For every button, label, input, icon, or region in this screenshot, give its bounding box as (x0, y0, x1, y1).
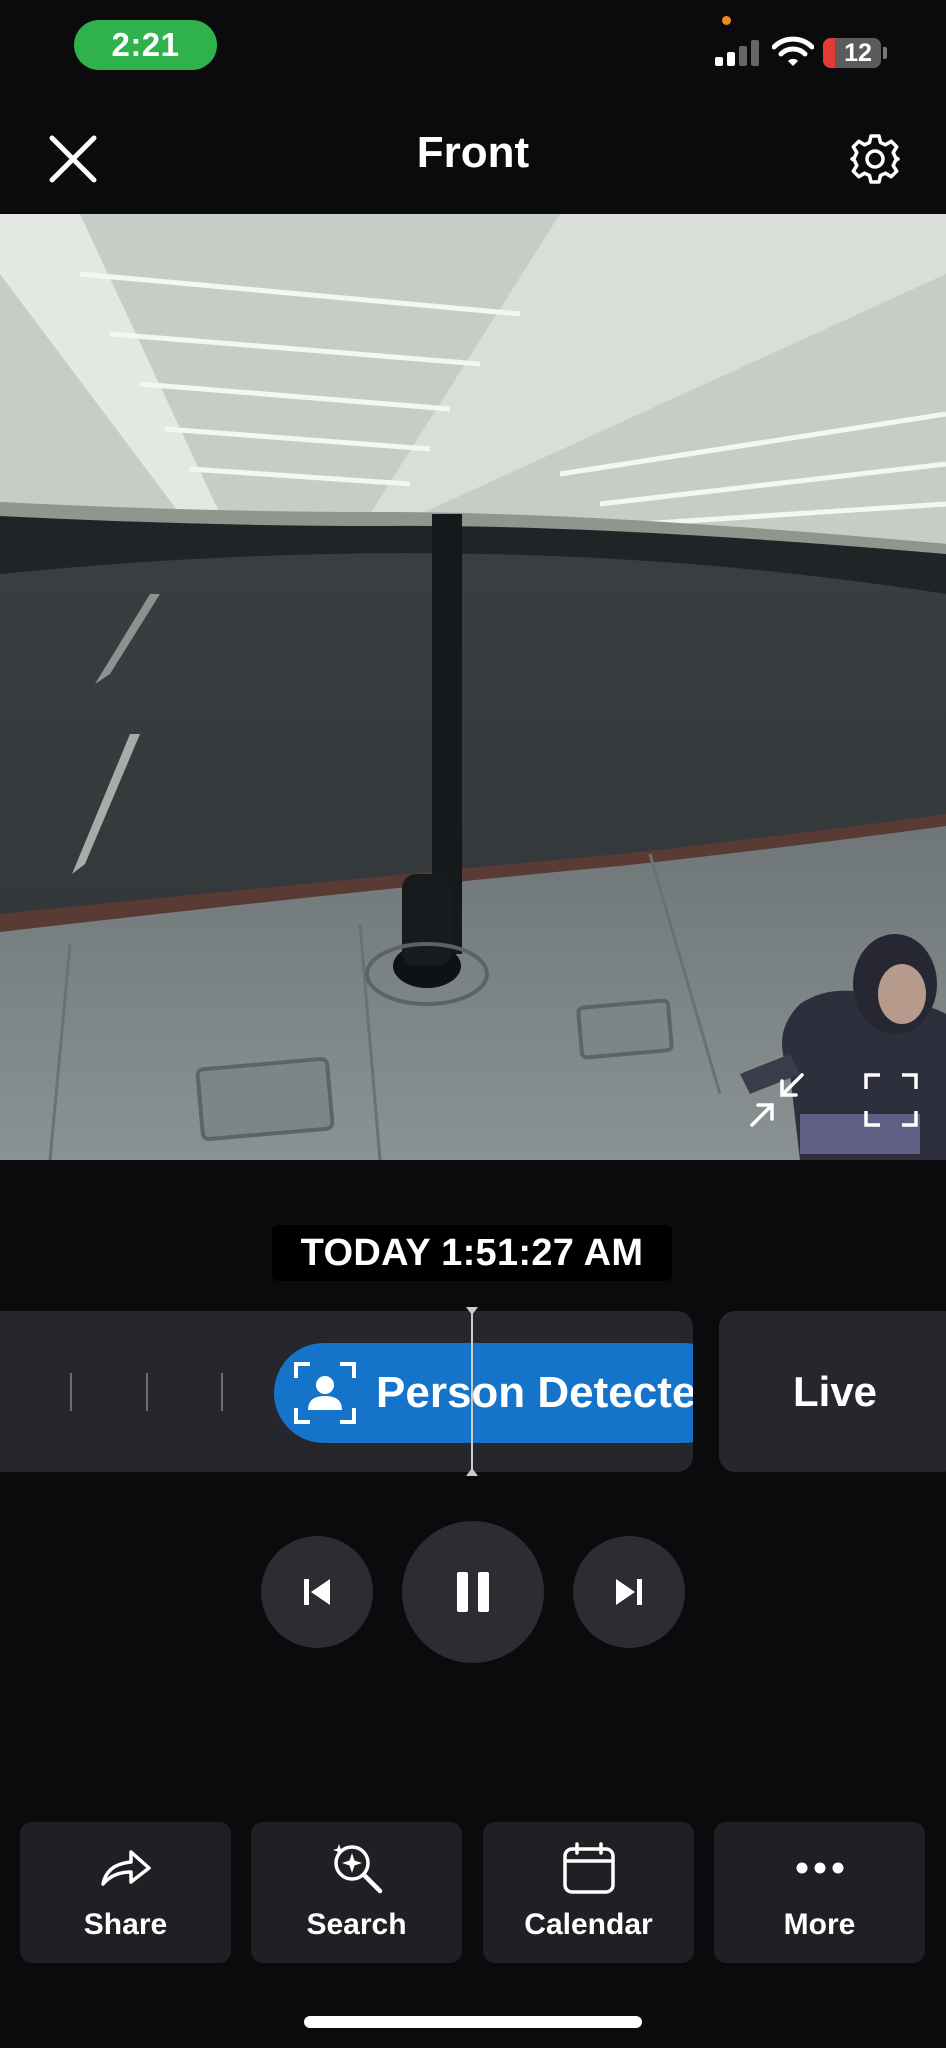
live-label: Live (793, 1367, 878, 1415)
search-label: Search (306, 1908, 407, 1941)
cellular-signal-icon (715, 38, 759, 66)
timeline-tick (70, 1373, 72, 1411)
recording-timestamp: TODAY 1:51:27 AM (272, 1225, 672, 1281)
pause-icon (457, 1572, 489, 1612)
share-icon (96, 1840, 156, 1896)
pause-button[interactable] (402, 1521, 544, 1663)
calendar-label: Calendar (524, 1908, 653, 1941)
skip-previous-icon (304, 1579, 330, 1605)
timeline-tick (146, 1373, 148, 1411)
share-button[interactable]: Share (20, 1822, 231, 1963)
more-button[interactable]: More (714, 1822, 925, 1963)
calendar-icon (559, 1840, 619, 1896)
timestamp-text: TODAY 1:51:27 AM (300, 1231, 644, 1274)
camera-video-feed[interactable] (0, 214, 946, 1160)
timeline-playhead[interactable] (466, 1307, 478, 1476)
gear-icon (850, 134, 900, 184)
home-indicator[interactable] (304, 2016, 642, 2028)
person-detected-event[interactable]: Person Detecte (274, 1343, 693, 1443)
battery-tip (883, 47, 887, 59)
more-dots-icon (790, 1840, 850, 1896)
battery-icon: 12 (823, 38, 881, 68)
event-timeline[interactable]: Person Detecte (0, 1311, 693, 1472)
calendar-button[interactable]: Calendar (483, 1822, 694, 1963)
share-label: Share (83, 1908, 168, 1941)
next-event-button[interactable] (573, 1536, 685, 1648)
fullscreen-button[interactable] (860, 1069, 922, 1131)
settings-button[interactable] (840, 124, 910, 194)
more-label: More (783, 1908, 856, 1941)
status-time: 2:21 (74, 20, 217, 70)
privacy-indicator-dot (722, 16, 731, 25)
collapse-arrows-icon (750, 1073, 804, 1127)
page-title: Front (416, 128, 530, 177)
fullscreen-icon (864, 1073, 918, 1127)
search-sparkle-icon (327, 1840, 387, 1896)
collapse-view-button[interactable] (746, 1069, 808, 1131)
event-label: Person Detecte (376, 1368, 693, 1417)
search-button[interactable]: Search (251, 1822, 462, 1963)
timeline-tick (221, 1373, 223, 1411)
previous-event-button[interactable] (261, 1536, 373, 1648)
wifi-icon (771, 36, 815, 68)
skip-next-icon (616, 1579, 642, 1605)
person-detection-icon (294, 1362, 356, 1424)
status-time-text: 2:21 (111, 26, 180, 63)
live-button[interactable]: Live (719, 1311, 946, 1472)
battery-level: 12 (835, 38, 881, 68)
